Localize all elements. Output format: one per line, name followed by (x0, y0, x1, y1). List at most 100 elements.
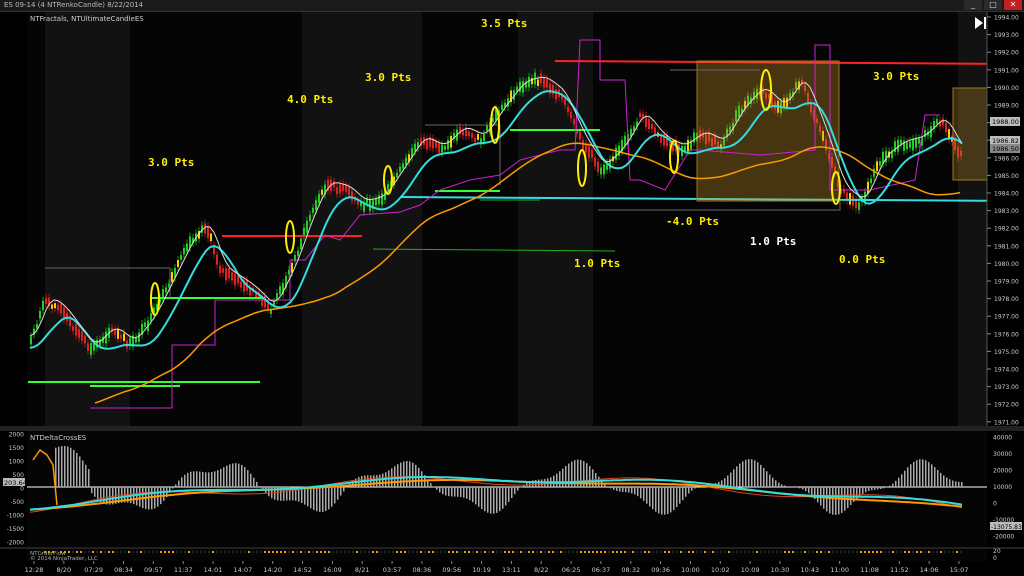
candle-body (183, 247, 185, 255)
candle-body (165, 287, 167, 293)
order-flow-dot (104, 551, 106, 553)
order-flow-dot (884, 551, 886, 553)
order-flow-dot (464, 551, 466, 553)
lower-left-tick-label: -1000 (7, 513, 25, 520)
histogram-bar (616, 487, 618, 491)
histogram-bar (496, 487, 498, 513)
order-flow-dot (292, 551, 294, 553)
order-flow-dot (772, 551, 774, 553)
candle-body (309, 214, 311, 222)
time-tick-label: 10:02 (711, 566, 730, 574)
histogram-bar (685, 487, 687, 497)
order-flow-dot (428, 551, 430, 553)
delta-cross-panel[interactable] (27, 431, 987, 547)
order-flow-dot (796, 551, 798, 553)
order-flow-dot (748, 551, 750, 553)
candle-body (894, 141, 896, 153)
time-tick-label: 10:30 (771, 566, 790, 574)
candle-body (336, 187, 338, 195)
candle-body (540, 73, 542, 84)
annotation-4: 3.5 Pts (481, 17, 527, 30)
histogram-bar (622, 487, 624, 492)
order-flow-dot (660, 551, 662, 553)
order-flow-dot (932, 551, 934, 553)
order-flow-dot (868, 551, 870, 553)
histogram-bar (382, 473, 384, 487)
candle-body (444, 145, 446, 150)
histogram-bar (661, 487, 663, 515)
histogram-bar (895, 480, 897, 487)
histogram-bar (463, 487, 465, 498)
time-tick-label: 14:20 (263, 566, 282, 574)
price-tick-label: 1984.00 (994, 191, 1019, 198)
lower-left-tick-label: -2000 (7, 540, 25, 547)
order-flow-dot (360, 551, 362, 553)
time-tick-label: 10:19 (472, 566, 491, 574)
candle-body (543, 77, 545, 88)
price-flag-2: 1986.82 (992, 137, 1019, 145)
order-flow-dot (596, 551, 598, 553)
order-flow-dot (584, 551, 586, 553)
candle-body (114, 329, 116, 336)
histogram-bar (934, 467, 936, 487)
histogram-bar (607, 486, 609, 487)
order-flow-dot (452, 551, 454, 553)
chart-canvas[interactable]: 3.0 Pts 4.0 Pts 3.0 Pts 3.5 Pts 3.0 Pts … (0, 0, 1024, 576)
candle-body (870, 178, 872, 184)
order-flow-dot (892, 551, 894, 553)
histogram-bar (799, 487, 801, 489)
order-flow-dot (400, 551, 402, 553)
candle-body (528, 76, 530, 88)
price-tick-label: 1992.00 (994, 50, 1019, 57)
histogram-bar (76, 452, 78, 487)
histogram-bar (763, 467, 765, 487)
order-flow-dot (312, 551, 314, 553)
histogram-bar (826, 487, 828, 512)
candle-body (570, 111, 572, 119)
footer-tick-20: 20 (993, 548, 1001, 555)
histogram-bar (85, 464, 87, 487)
histogram-bar (829, 487, 831, 514)
candle-body (591, 149, 593, 158)
candle-body (177, 260, 179, 267)
candle-body (945, 122, 947, 133)
time-tick-label: 11:37 (174, 566, 193, 574)
histogram-bar (439, 487, 441, 493)
histogram-bar (631, 487, 633, 494)
main-price-panel[interactable] (27, 12, 987, 426)
candle-body (339, 184, 341, 194)
candle-body (348, 187, 350, 196)
order-flow-dot (900, 551, 902, 553)
histogram-bar (805, 487, 807, 492)
histogram-bar (163, 487, 165, 501)
candle-body (687, 139, 689, 152)
order-flow-dot (664, 551, 666, 553)
histogram-bar (775, 480, 777, 487)
histogram-bar (136, 487, 138, 506)
candle-body (381, 193, 383, 205)
order-flow-dot (284, 551, 286, 553)
histogram-bar (61, 446, 63, 487)
order-flow-dot (248, 551, 250, 553)
order-flow-dot (308, 551, 310, 553)
order-flow-dot (48, 551, 50, 553)
histogram-bar (220, 468, 222, 487)
histogram-bar (769, 474, 771, 487)
histogram-bar (151, 487, 153, 510)
histogram-bar (445, 487, 447, 496)
order-flow-dot (588, 551, 590, 553)
order-flow-dot (804, 551, 806, 553)
order-flow-dot (72, 551, 74, 553)
candle-body (849, 193, 851, 205)
order-flow-dot (888, 551, 890, 553)
candle-body (567, 106, 569, 113)
histogram-bar (451, 487, 453, 497)
order-flow-dot (488, 551, 490, 553)
time-tick-label: 09:57 (144, 566, 163, 574)
annotation-9: 1.0 Pts (574, 257, 620, 270)
histogram-bar (946, 477, 948, 487)
histogram-bar (745, 459, 747, 487)
annotation-5: 3.0 Pts (873, 70, 919, 83)
order-flow-dot (744, 551, 746, 553)
order-flow-dot (320, 551, 322, 553)
